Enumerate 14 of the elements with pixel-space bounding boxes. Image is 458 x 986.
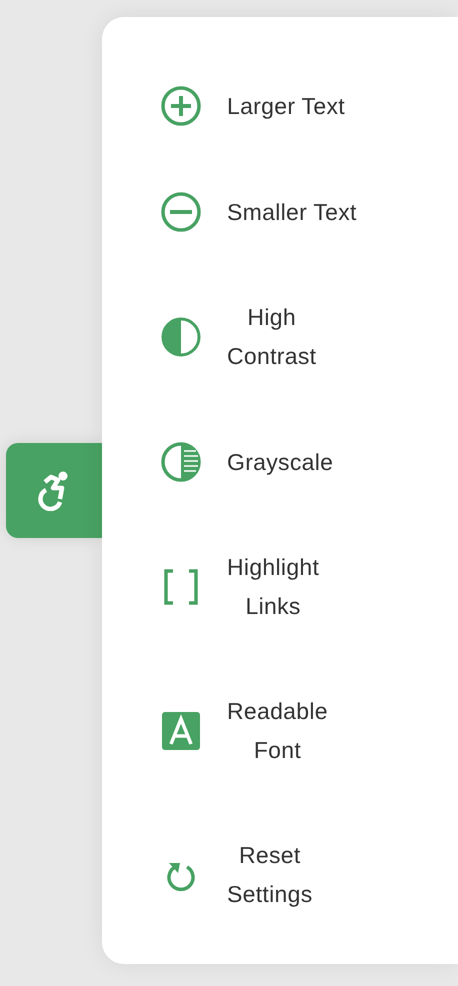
menu-item[interactable]: Highlight Links xyxy=(102,515,458,659)
grayscale-icon xyxy=(161,442,201,482)
letter-a-icon xyxy=(162,712,200,750)
contrast-icon xyxy=(161,317,201,357)
plus-circle-icon xyxy=(161,86,201,126)
menu-item[interactable]: High Contrast xyxy=(102,265,458,409)
menu-item[interactable]: Reset Settings xyxy=(102,803,458,947)
menu-item[interactable]: Readable Font xyxy=(102,659,458,803)
menu-item[interactable]: Larger Text xyxy=(102,53,458,159)
accessibility-toggle-button[interactable] xyxy=(6,443,102,538)
minus-circle-icon xyxy=(161,192,201,232)
menu-item[interactable]: Grayscale xyxy=(102,409,458,515)
brackets-icon xyxy=(164,569,198,605)
menu-item[interactable]: Smaller Text xyxy=(102,159,458,265)
